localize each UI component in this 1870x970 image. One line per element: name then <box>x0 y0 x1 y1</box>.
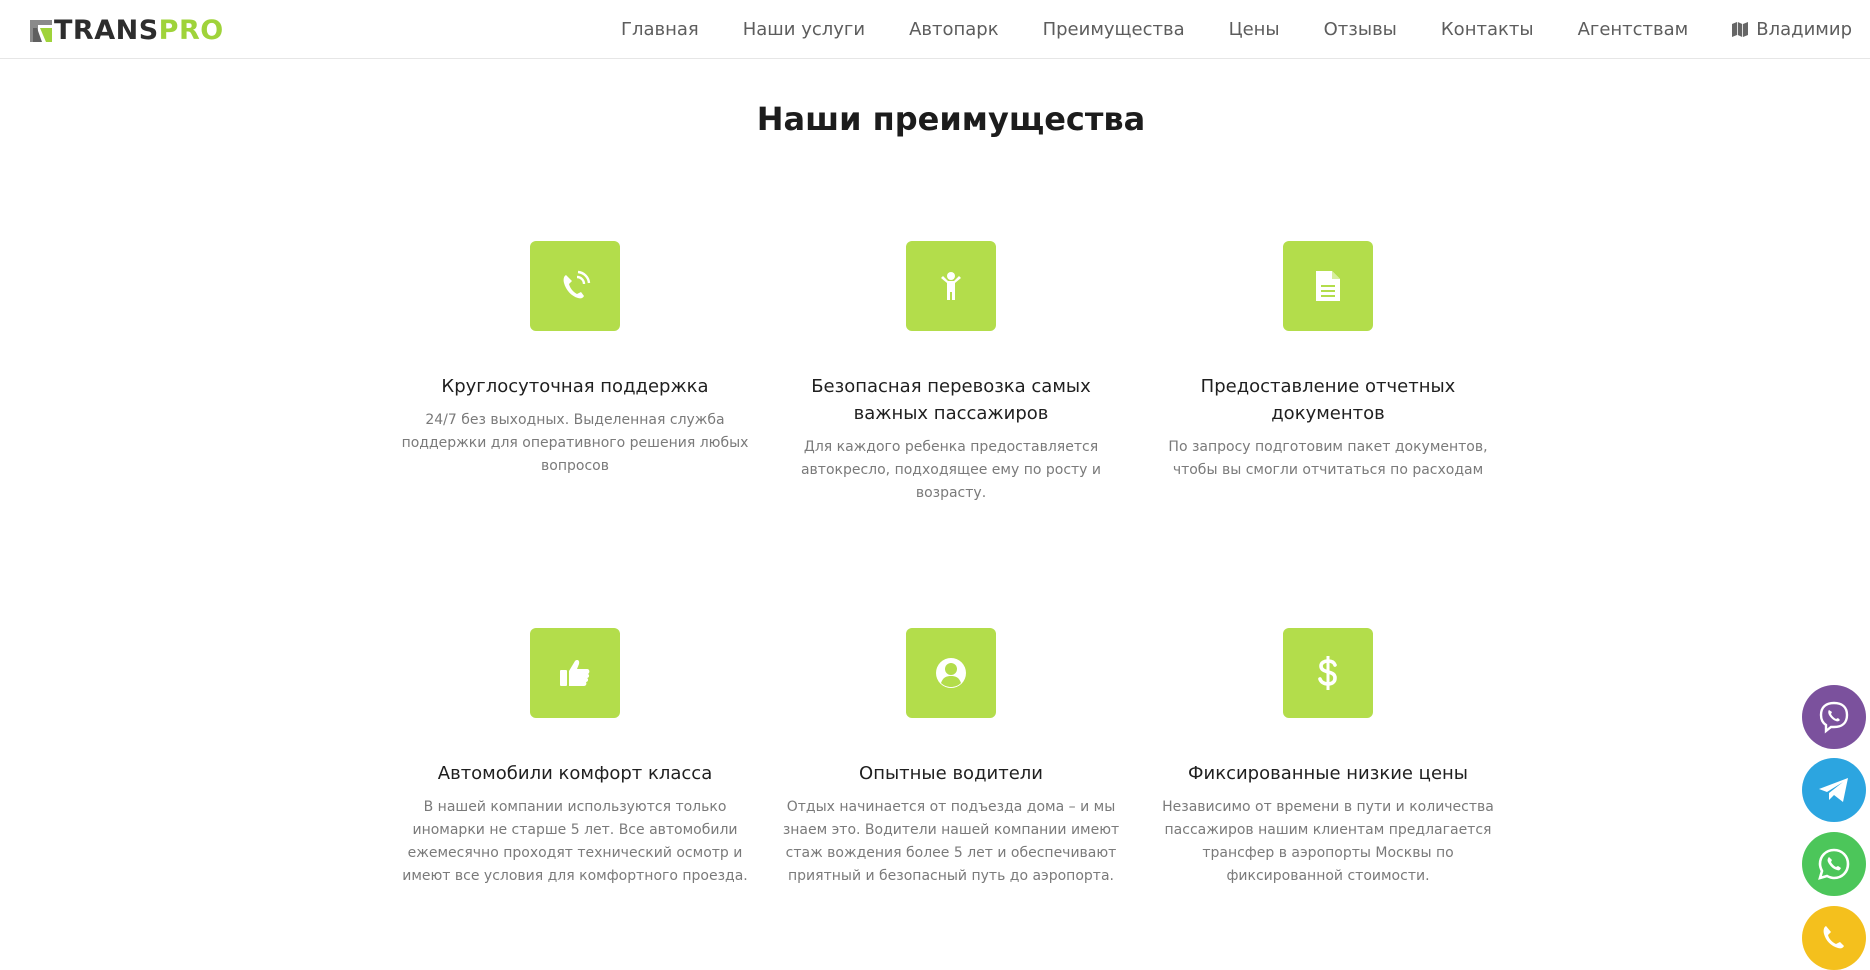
advantage-icon-box <box>530 628 620 718</box>
logo-text: TRANSPRO <box>54 16 224 46</box>
phone-icon <box>563 270 591 299</box>
advantage-text: Для каждого ребенка предоставляется авто… <box>800 439 1102 501</box>
advantage-text: 24/7 без выходных. Выделенная служба под… <box>401 412 749 474</box>
advantage-card-comfort-cars: Автомобили комфорт класса В нашей компан… <box>400 628 750 888</box>
advantage-card-drivers: Опытные водители Отдых начинается от под… <box>776 628 1126 888</box>
advantage-card-fixed-prices: Фиксированные низкие цены Независимо от … <box>1153 628 1503 888</box>
advantage-icon-box <box>906 628 996 718</box>
nav-item-contacts[interactable]: Контакты <box>1441 19 1534 40</box>
thumbs-up-icon <box>560 660 590 686</box>
advantage-card-support: Круглосуточная поддержка 24/7 без выходн… <box>400 241 750 478</box>
phone-call-button[interactable] <box>1802 906 1866 970</box>
nav-item-prices[interactable]: Цены <box>1229 19 1280 40</box>
logo-text-pro: PRO <box>158 15 224 46</box>
nav-item-advantages[interactable]: Преимущества <box>1043 19 1185 40</box>
map-icon <box>1732 22 1749 37</box>
advantage-icon-box <box>530 241 620 331</box>
phone-call-icon <box>1823 926 1844 949</box>
nav-item-home[interactable]: Главная <box>621 19 699 40</box>
dollar-icon <box>1318 656 1337 690</box>
advantage-card-documents: Предоставление отчетных документов По за… <box>1153 241 1503 482</box>
user-circle-icon <box>936 658 966 688</box>
child-icon <box>941 272 961 300</box>
nav-item-services[interactable]: Наши услуги <box>743 19 865 40</box>
viber-icon <box>1819 701 1849 734</box>
logo-road-icon <box>30 20 52 42</box>
whatsapp-icon <box>1818 848 1850 880</box>
advantage-text: Независимо от времени в пути и количеств… <box>1162 799 1494 884</box>
advantage-title: Автомобили комфорт класса <box>437 763 713 784</box>
nav-item-reviews[interactable]: Отзывы <box>1324 19 1397 40</box>
advantage-text: В нашей компании используются только ино… <box>402 799 748 884</box>
advantage-title: Опытные водители <box>859 763 1043 784</box>
logo-text-trans: TRANS <box>54 15 159 46</box>
whatsapp-button[interactable] <box>1802 832 1866 896</box>
logo[interactable]: TRANSPRO <box>30 16 224 46</box>
advantage-title: Фиксированные низкие цены <box>1188 763 1468 784</box>
advantage-icon-box <box>906 241 996 331</box>
advantage-title: Предоставление отчетных документов <box>1200 376 1456 424</box>
site-header: TRANSPRO Главная Наши услуги Автопарк Пр… <box>0 0 1870 59</box>
advantage-text: Отдых начинается от подъезда дома – и мы… <box>782 799 1120 884</box>
advantage-icon-box <box>1283 241 1373 331</box>
viber-button[interactable] <box>1802 685 1866 749</box>
nav-item-fleet[interactable]: Автопарк <box>909 19 999 40</box>
document-icon <box>1316 271 1340 301</box>
advantage-text: По запросу подготовим пакет документов, … <box>1168 439 1488 478</box>
section-title: Наши преимущества <box>756 100 1146 138</box>
nav-item-agencies[interactable]: Агентствам <box>1578 19 1689 40</box>
city-selector[interactable]: Владимир <box>1732 19 1852 40</box>
advantage-title: Круглосуточная поддержка <box>441 376 709 397</box>
telegram-button[interactable] <box>1802 758 1866 822</box>
city-selector-label: Владимир <box>1756 19 1852 40</box>
advantage-card-child-safety: Безопасная перевозка самых важных пассаж… <box>776 241 1126 505</box>
advantage-icon-box <box>1283 628 1373 718</box>
main-nav: Главная Наши услуги Автопарк Преимуществ… <box>621 0 1852 59</box>
telegram-icon <box>1819 778 1848 802</box>
advantage-title: Безопасная перевозка самых важных пассаж… <box>811 376 1091 424</box>
